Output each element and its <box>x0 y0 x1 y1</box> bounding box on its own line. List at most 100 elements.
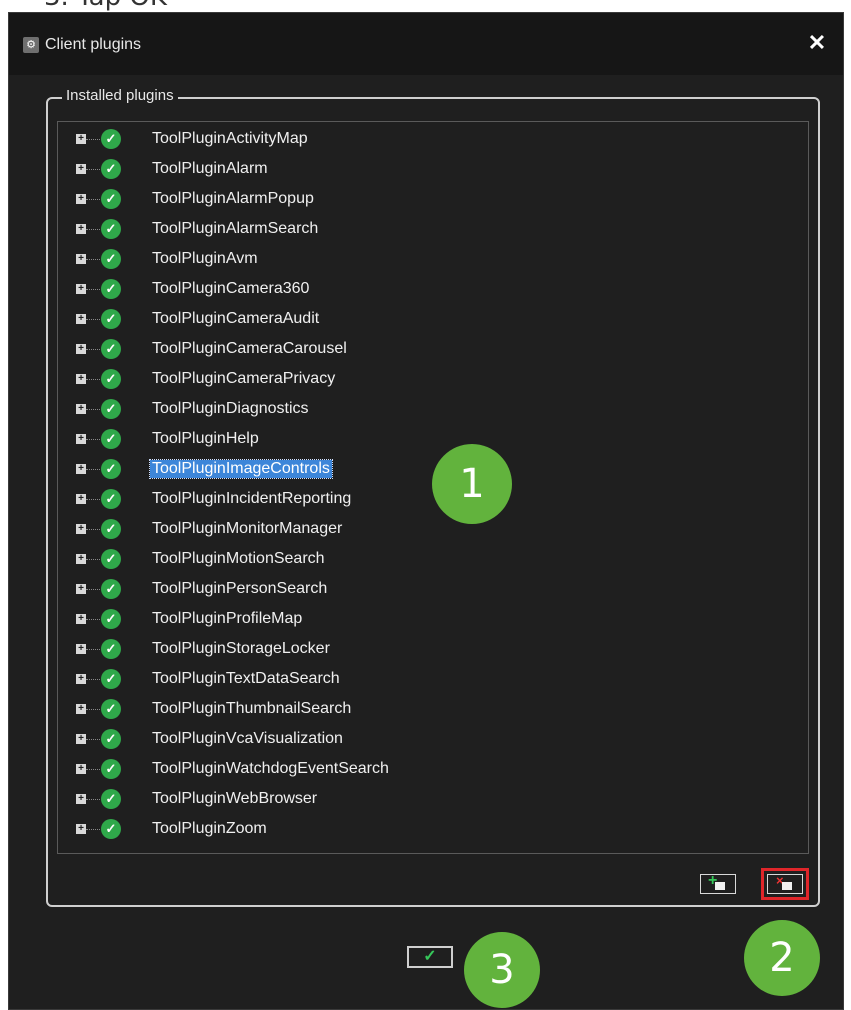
plus-box-icon[interactable]: + <box>76 194 86 204</box>
plugin-label[interactable]: ToolPluginPersonSearch <box>150 580 329 598</box>
plugin-row[interactable]: + ✓ ToolPluginCamera360 <box>58 274 808 304</box>
close-button[interactable]: ✕ <box>805 31 829 55</box>
plus-box-icon[interactable]: + <box>76 674 86 684</box>
plus-box-icon[interactable]: + <box>76 224 86 234</box>
plugin-row[interactable]: + ✓ ToolPluginWebBrowser <box>58 784 808 814</box>
plugin-row[interactable]: + ✓ ToolPluginWatchdogEventSearch <box>58 754 808 784</box>
tree-connector <box>86 409 100 410</box>
plugin-row[interactable]: + ✓ ToolPluginAlarmSearch <box>58 214 808 244</box>
green-check-circle-icon: ✓ <box>101 759 121 779</box>
green-check-circle-icon: ✓ <box>101 519 121 539</box>
plugin-settings-icon: ⚙ <box>23 37 39 53</box>
plus-box-icon[interactable]: + <box>76 374 86 384</box>
plugin-row[interactable]: + ✓ ToolPluginActivityMap <box>58 124 808 154</box>
plugin-label[interactable]: ToolPluginWebBrowser <box>150 790 319 808</box>
plugin-label[interactable]: ToolPluginDiagnostics <box>150 400 311 418</box>
step-heading-text: 3. Tap OK <box>44 0 167 12</box>
plugin-row[interactable]: + ✓ ToolPluginCameraPrivacy <box>58 364 808 394</box>
plugin-row[interactable]: + ✓ ToolPluginAvm <box>58 244 808 274</box>
green-check-circle-icon: ✓ <box>101 699 121 719</box>
ok-button[interactable]: ✓ <box>407 946 453 968</box>
plus-box-icon[interactable]: + <box>76 164 86 174</box>
plus-box-icon[interactable]: + <box>76 434 86 444</box>
green-check-circle-icon: ✓ <box>101 279 121 299</box>
plugin-label[interactable]: ToolPluginMonitorManager <box>150 520 344 538</box>
plugin-row[interactable]: + ✓ ToolPluginVcaVisualization <box>58 724 808 754</box>
plugin-label[interactable]: ToolPluginThumbnailSearch <box>150 700 353 718</box>
plugin-row[interactable]: + ✓ ToolPluginStorageLocker <box>58 634 808 664</box>
plus-box-icon[interactable]: + <box>76 254 86 264</box>
plugin-label[interactable]: ToolPluginCameraCarousel <box>150 340 349 358</box>
plugin-label[interactable]: ToolPluginAlarm <box>150 160 270 178</box>
plugin-row[interactable]: + ✓ ToolPluginCameraAudit <box>58 304 808 334</box>
plus-box-icon[interactable]: + <box>76 614 86 624</box>
tree-connector <box>86 229 100 230</box>
plugin-row[interactable]: + ✓ ToolPluginHelp <box>58 424 808 454</box>
tree-connector <box>86 499 100 500</box>
plus-box-icon[interactable]: + <box>76 284 86 294</box>
remove-plugin-button[interactable]: × <box>761 868 809 900</box>
plugin-row[interactable]: + ✓ ToolPluginThumbnailSearch <box>58 694 808 724</box>
plugin-label[interactable]: ToolPluginHelp <box>150 430 261 448</box>
plugin-label[interactable]: ToolPluginImageControls <box>149 459 333 479</box>
plugin-row[interactable]: + ✓ ToolPluginZoom <box>58 814 808 844</box>
plugin-row[interactable]: + ✓ ToolPluginMotionSearch <box>58 544 808 574</box>
plus-box-icon[interactable]: + <box>76 314 86 324</box>
plus-box-icon[interactable]: + <box>76 794 86 804</box>
plugin-label[interactable]: ToolPluginCameraAudit <box>150 310 321 328</box>
green-check-circle-icon: ✓ <box>101 789 121 809</box>
plus-box-icon[interactable]: + <box>76 404 86 414</box>
tree-connector <box>86 379 100 380</box>
plugin-label[interactable]: ToolPluginCameraPrivacy <box>150 370 337 388</box>
plus-box-icon[interactable]: + <box>76 494 86 504</box>
plugin-label[interactable]: ToolPluginAlarmSearch <box>150 220 320 238</box>
plus-box-icon[interactable]: + <box>76 524 86 534</box>
tree-connector <box>86 319 100 320</box>
green-check-circle-icon: ✓ <box>101 729 121 749</box>
green-check-circle-icon: ✓ <box>101 819 121 839</box>
green-check-circle-icon: ✓ <box>101 489 121 509</box>
plus-box-icon[interactable]: + <box>76 584 86 594</box>
plus-box-icon[interactable]: + <box>76 704 86 714</box>
green-check-circle-icon: ✓ <box>101 309 121 329</box>
plugin-label[interactable]: ToolPluginMotionSearch <box>150 550 327 568</box>
tree-connector <box>86 829 100 830</box>
plugin-label[interactable]: ToolPluginAvm <box>150 250 260 268</box>
plugin-label[interactable]: ToolPluginActivityMap <box>150 130 310 148</box>
plugin-label[interactable]: ToolPluginZoom <box>150 820 269 838</box>
plugin-row[interactable]: + ✓ ToolPluginPersonSearch <box>58 574 808 604</box>
plugin-row[interactable]: + ✓ ToolPluginMonitorManager <box>58 514 808 544</box>
plugin-row[interactable]: + ✓ ToolPluginDiagnostics <box>58 394 808 424</box>
add-plugin-button[interactable]: + <box>700 872 736 894</box>
plugin-label[interactable]: ToolPluginTextDataSearch <box>150 670 342 688</box>
plus-box-icon[interactable]: + <box>76 344 86 354</box>
plugin-label[interactable]: ToolPluginIncidentReporting <box>150 490 353 508</box>
green-check-circle-icon: ✓ <box>101 549 121 569</box>
plugin-row[interactable]: + ✓ ToolPluginCameraCarousel <box>58 334 808 364</box>
plus-box-icon[interactable]: + <box>76 134 86 144</box>
plugin-row[interactable]: + ✓ ToolPluginProfileMap <box>58 604 808 634</box>
plugin-square-icon <box>782 882 792 890</box>
plus-box-icon[interactable]: + <box>76 764 86 774</box>
green-check-circle-icon: ✓ <box>101 339 121 359</box>
tree-connector <box>86 439 100 440</box>
green-check-circle-icon: ✓ <box>101 609 121 629</box>
plus-box-icon[interactable]: + <box>76 464 86 474</box>
plugin-label[interactable]: ToolPluginProfileMap <box>150 610 304 628</box>
plugin-row[interactable]: + ✓ ToolPluginTextDataSearch <box>58 664 808 694</box>
plugin-row[interactable]: + ✓ ToolPluginAlarmPopup <box>58 184 808 214</box>
plus-box-icon[interactable]: + <box>76 824 86 834</box>
tree-connector <box>86 199 100 200</box>
tree-connector <box>86 679 100 680</box>
plugin-row[interactable]: + ✓ ToolPluginAlarm <box>58 154 808 184</box>
plugin-label[interactable]: ToolPluginWatchdogEventSearch <box>150 760 391 778</box>
plugin-label[interactable]: ToolPluginAlarmPopup <box>150 190 316 208</box>
title-bar: ⚙ Client plugins ✕ <box>9 13 843 75</box>
plus-box-icon[interactable]: + <box>76 734 86 744</box>
plus-box-icon[interactable]: + <box>76 554 86 564</box>
plugin-label[interactable]: ToolPluginVcaVisualization <box>150 730 345 748</box>
plus-box-icon[interactable]: + <box>76 644 86 654</box>
plugin-label[interactable]: ToolPluginStorageLocker <box>150 640 332 658</box>
tree-connector <box>86 709 100 710</box>
plugin-label[interactable]: ToolPluginCamera360 <box>150 280 311 298</box>
